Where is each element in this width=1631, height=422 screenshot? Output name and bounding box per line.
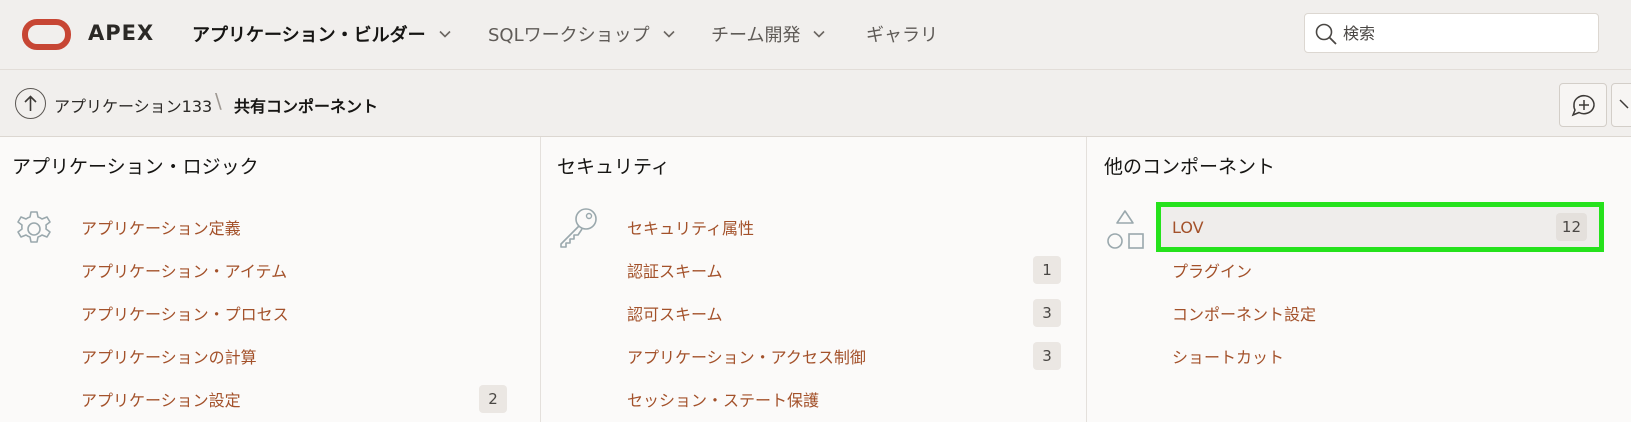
- link-plugins[interactable]: プラグイン: [1172, 252, 1592, 288]
- link-label: セキュリティ属性: [627, 219, 755, 238]
- breadcrumb-separator: \: [215, 89, 222, 113]
- comment-add-icon: [1571, 94, 1595, 117]
- tag-icon: [1619, 99, 1629, 109]
- top-header: APEX アプリケーション・ビルダー SQLワークショップ チーム開発 ギャラリ: [0, 0, 1631, 70]
- nav-gallery[interactable]: ギャラリ: [866, 20, 938, 48]
- chevron-down-icon: [439, 30, 451, 38]
- up-arrow-button[interactable]: [15, 88, 46, 119]
- brand-name[interactable]: APEX: [88, 21, 154, 45]
- link-authorization-schemes[interactable]: 認可スキーム 3: [627, 295, 1061, 331]
- nav-label: チーム開発: [711, 25, 801, 46]
- link-label: コンポーネント設定: [1172, 305, 1317, 324]
- count-badge: 2: [479, 385, 507, 413]
- link-application-computations[interactable]: アプリケーションの計算: [81, 338, 507, 374]
- link-authentication-schemes[interactable]: 認証スキーム 1: [627, 252, 1061, 288]
- key-icon: [560, 208, 597, 248]
- nav-app-builder[interactable]: アプリケーション・ビルダー: [192, 20, 452, 48]
- link-shortcuts[interactable]: ショートカット: [1172, 338, 1592, 374]
- search-box: [1304, 13, 1599, 53]
- shared-components-content: アプリケーション・ロジック アプリケーション定義 アプリケーション・アイテム ア…: [0, 137, 1631, 422]
- link-label: ショートカット: [1172, 348, 1285, 367]
- panel-security: セキュリティ セキュリティ属性 認証スキーム 1 認可スキーム 3 アプリケーシ…: [541, 137, 1087, 422]
- link-application-processes[interactable]: アプリケーション・プロセス: [81, 295, 507, 331]
- search-input[interactable]: [1341, 19, 1591, 47]
- chevron-down-icon: [663, 30, 675, 38]
- oracle-logo-icon[interactable]: [22, 19, 71, 50]
- nav-label: ギャラリ: [866, 25, 938, 46]
- link-application-definition[interactable]: アプリケーション定義: [81, 209, 507, 245]
- link-label: 認可スキーム: [627, 305, 723, 324]
- link-security-attributes[interactable]: セキュリティ属性: [627, 209, 1061, 245]
- link-label: プラグイン: [1172, 262, 1253, 281]
- nav-label: アプリケーション・ビルダー: [192, 25, 426, 46]
- gear-icon: [17, 211, 51, 243]
- breadcrumb-parent-link[interactable]: アプリケーション133: [54, 93, 212, 117]
- panel-title: 他のコンポーネント: [1104, 156, 1276, 178]
- arrow-up-icon: [24, 95, 37, 111]
- panel-application-logic: アプリケーション・ロジック アプリケーション定義 アプリケーション・アイテム ア…: [0, 137, 541, 422]
- page-title: 共有コンポーネント: [234, 97, 379, 116]
- panel-title: アプリケーション・ロジック: [12, 156, 259, 178]
- link-application-items[interactable]: アプリケーション・アイテム: [81, 252, 507, 288]
- count-badge: 3: [1033, 299, 1061, 327]
- count-badge: 3: [1033, 342, 1061, 370]
- search-icon: [1314, 22, 1338, 46]
- link-lov[interactable]: LOV 12: [1156, 202, 1604, 252]
- feedback-button[interactable]: [1559, 83, 1607, 127]
- link-label: アプリケーション定義: [81, 219, 241, 238]
- link-label: アプリケーション・アイテム: [81, 262, 288, 281]
- nav-team-development[interactable]: チーム開発: [711, 20, 826, 48]
- panel-other-components: 他のコンポーネント LOV 12 プラグイン コンポーネント設定 ショートカット: [1087, 137, 1631, 422]
- link-label: アプリケーション設定: [81, 391, 241, 410]
- chevron-down-icon: [813, 30, 826, 38]
- link-label: 認証スキーム: [627, 262, 723, 281]
- count-badge: 12: [1555, 213, 1587, 241]
- link-label: LOV: [1172, 217, 1204, 237]
- tag-button[interactable]: [1611, 83, 1631, 127]
- link-application-access-control[interactable]: アプリケーション・アクセス制御 3: [627, 338, 1061, 374]
- link-label: セッション・ステート保護: [627, 391, 820, 410]
- count-badge: 1: [1033, 256, 1061, 284]
- link-component-settings[interactable]: コンポーネント設定: [1172, 295, 1592, 331]
- panel-title: セキュリティ: [557, 156, 670, 178]
- link-session-state-protection[interactable]: セッション・ステート保護: [627, 381, 1061, 417]
- breadcrumb-bar: アプリケーション133 \ 共有コンポーネント: [0, 71, 1631, 137]
- nav-label: SQLワークショップ: [488, 25, 650, 46]
- nav-sql-workshop[interactable]: SQLワークショップ: [488, 20, 676, 48]
- link-application-settings[interactable]: アプリケーション設定 2: [81, 381, 507, 417]
- link-label: アプリケーション・プロセス: [81, 305, 289, 324]
- link-label: アプリケーション・アクセス制御: [627, 348, 866, 367]
- link-label: アプリケーションの計算: [81, 348, 257, 367]
- shapes-icon: [1107, 210, 1144, 249]
